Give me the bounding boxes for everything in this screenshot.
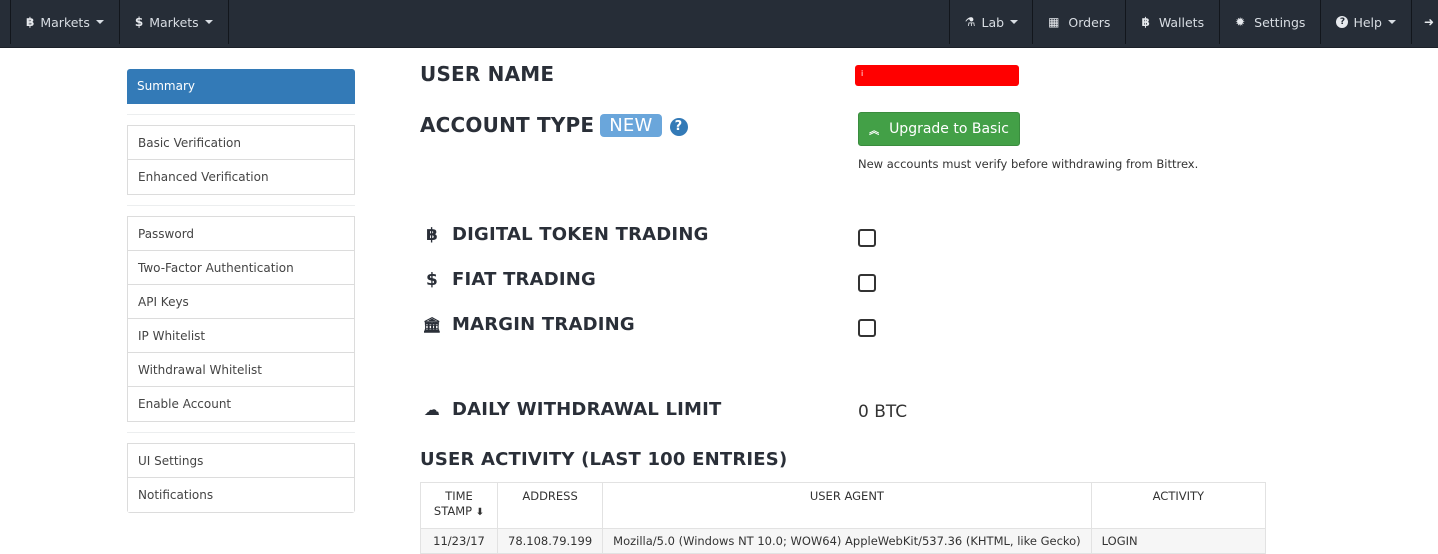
flask-icon: ⚗ (964, 15, 976, 29)
sidebar-item-api-keys[interactable]: API Keys (128, 285, 354, 319)
sidebar-item-ip-whitelist[interactable]: IP Whitelist (128, 319, 354, 353)
chevron-up-icon: ︽ (869, 125, 880, 137)
divider (127, 205, 355, 206)
nav-lab[interactable]: ⚗ Lab (948, 0, 1032, 44)
sidebar-item-summary[interactable]: Summary (127, 69, 355, 104)
question-icon[interactable]: ? (669, 118, 688, 136)
nav-settings[interactable]: ✹ Settings (1219, 0, 1320, 44)
nav-label: Wallets (1158, 14, 1205, 30)
cell-activity: LOGIN (1090, 528, 1267, 554)
question-icon: ? (1336, 16, 1349, 28)
account-type-label: ACCOUNT TYPE (420, 113, 595, 137)
caret-down-icon (204, 20, 213, 24)
nav-label: Orders (1068, 14, 1111, 30)
sidebar-item-ui-settings[interactable]: UI Settings (128, 444, 354, 478)
nav-right: ⚗ Lab ▦ Orders ฿ Wallets ✹ Settings ? He… (948, 0, 1438, 44)
sort-down-icon: ⬇ (475, 507, 485, 518)
account-type-badge: NEW (600, 114, 662, 137)
divider (127, 114, 355, 115)
trading-row-fiat: $ FIAT TRADING (420, 269, 596, 290)
sidebar-group-preferences: UI Settings Notifications (127, 443, 355, 513)
sidebar-item-two-factor[interactable]: Two-Factor Authentication (128, 251, 354, 285)
caret-down-icon (1010, 20, 1019, 24)
margin-trading-checkbox[interactable] (858, 319, 876, 337)
sidebar-item-withdrawal-whitelist[interactable]: Withdrawal Whitelist (128, 353, 354, 387)
column-header-activity[interactable]: ACTIVITY (1090, 482, 1267, 529)
cell-user-agent: Mozilla/5.0 (Windows NT 10.0; WOW64) App… (602, 528, 1092, 554)
trading-row-margin: 🏛 MARGIN TRADING (420, 314, 635, 335)
bank-icon: 🏛 (422, 316, 442, 334)
sidebar-group-verification: Basic Verification Enhanced Verification (127, 125, 355, 195)
upgrade-to-basic-button[interactable]: ︽ Upgrade to Basic (858, 112, 1020, 146)
table-row: 11/23/17 78.108.79.199 Mozilla/5.0 (Wind… (420, 528, 1267, 554)
withdrawal-limit-value: 0 BTC (858, 402, 908, 422)
caret-down-icon (95, 20, 104, 24)
dollar-icon: $ (425, 270, 439, 290)
trading-label: FIAT TRADING (452, 269, 597, 290)
account-type-heading: ACCOUNT TYPE NEW? (420, 113, 688, 137)
user-activity-table: TIME STAMP ⬇ ADDRESS USER AGENT ACTIVITY… (420, 482, 1267, 554)
bitcoin-icon: ฿ (425, 225, 439, 245)
sidebar-item-basic-verification[interactable]: Basic Verification (128, 126, 354, 160)
upgrade-note: New accounts must verify before withdraw… (858, 157, 1199, 171)
column-header-label: TIME STAMP (433, 489, 473, 518)
nav-help[interactable]: ? Help (1320, 0, 1411, 44)
bitcoin-icon: ฿ (26, 15, 35, 29)
sign-out-icon: ➜ (1423, 15, 1434, 29)
cell-address: 78.108.79.199 (496, 528, 604, 554)
sidebar-item-notifications[interactable]: Notifications (128, 478, 354, 512)
cloud-upload-icon: ☁ (423, 400, 441, 419)
sidebar-item-enable-account[interactable]: Enable Account (128, 387, 354, 421)
dollar-icon: $ (134, 15, 144, 29)
upgrade-button-label: Upgrade to Basic (889, 121, 1009, 137)
nav-logout[interactable]: ➜ (1410, 0, 1438, 44)
bitcoin-icon: ฿ (1141, 15, 1150, 29)
sidebar-group-security: Password Two-Factor Authentication API K… (127, 216, 355, 422)
nav-label: Lab (981, 14, 1005, 30)
trading-row-digital-token: ฿ DIGITAL TOKEN TRADING (420, 224, 709, 245)
trading-label: DIGITAL TOKEN TRADING (452, 224, 709, 245)
nav-orders[interactable]: ▦ Orders (1032, 0, 1125, 44)
column-header-user-agent[interactable]: USER AGENT (602, 482, 1092, 529)
top-navbar: ฿ Markets $ Markets ⚗ Lab ▦ Orders ฿ Wal… (0, 0, 1438, 48)
sidebar-item-password[interactable]: Password (128, 217, 354, 251)
nav-dollar-markets[interactable]: $ Markets (120, 0, 229, 44)
withdrawal-limit-label: DAILY WITHDRAWAL LIMIT (452, 399, 722, 420)
nav-label: Help (1353, 14, 1382, 30)
gear-icon: ✹ (1235, 15, 1246, 29)
calendar-icon: ▦ (1048, 15, 1060, 29)
nav-left: ฿ Markets $ Markets (10, 0, 229, 44)
fiat-trading-checkbox[interactable] (858, 274, 876, 292)
nav-bitcoin-markets[interactable]: ฿ Markets (11, 0, 120, 44)
user-name-value: i (855, 65, 1019, 86)
nav-label: Markets (149, 14, 199, 30)
table-header-row: TIME STAMP ⬇ ADDRESS USER AGENT ACTIVITY (420, 482, 1267, 529)
caret-down-icon (1387, 20, 1396, 24)
column-header-address[interactable]: ADDRESS (496, 482, 604, 529)
user-activity-title: USER ACTIVITY (LAST 100 ENTRIES) (420, 449, 788, 470)
user-name-label: USER NAME (420, 62, 555, 86)
nav-label: Settings (1254, 14, 1306, 30)
cell-timestamp: 11/23/17 (420, 528, 498, 554)
nav-wallets[interactable]: ฿ Wallets (1125, 0, 1219, 44)
settings-sidebar: Summary Basic Verification Enhanced Veri… (127, 69, 355, 513)
nav-label: Markets (40, 14, 90, 30)
sidebar-item-enhanced-verification[interactable]: Enhanced Verification (128, 160, 354, 194)
digital-token-trading-checkbox[interactable] (858, 229, 876, 247)
trading-label: MARGIN TRADING (452, 314, 635, 335)
column-header-timestamp[interactable]: TIME STAMP ⬇ (420, 482, 498, 529)
divider (127, 432, 355, 433)
withdrawal-limit-heading: ☁ DAILY WITHDRAWAL LIMIT (420, 399, 722, 420)
